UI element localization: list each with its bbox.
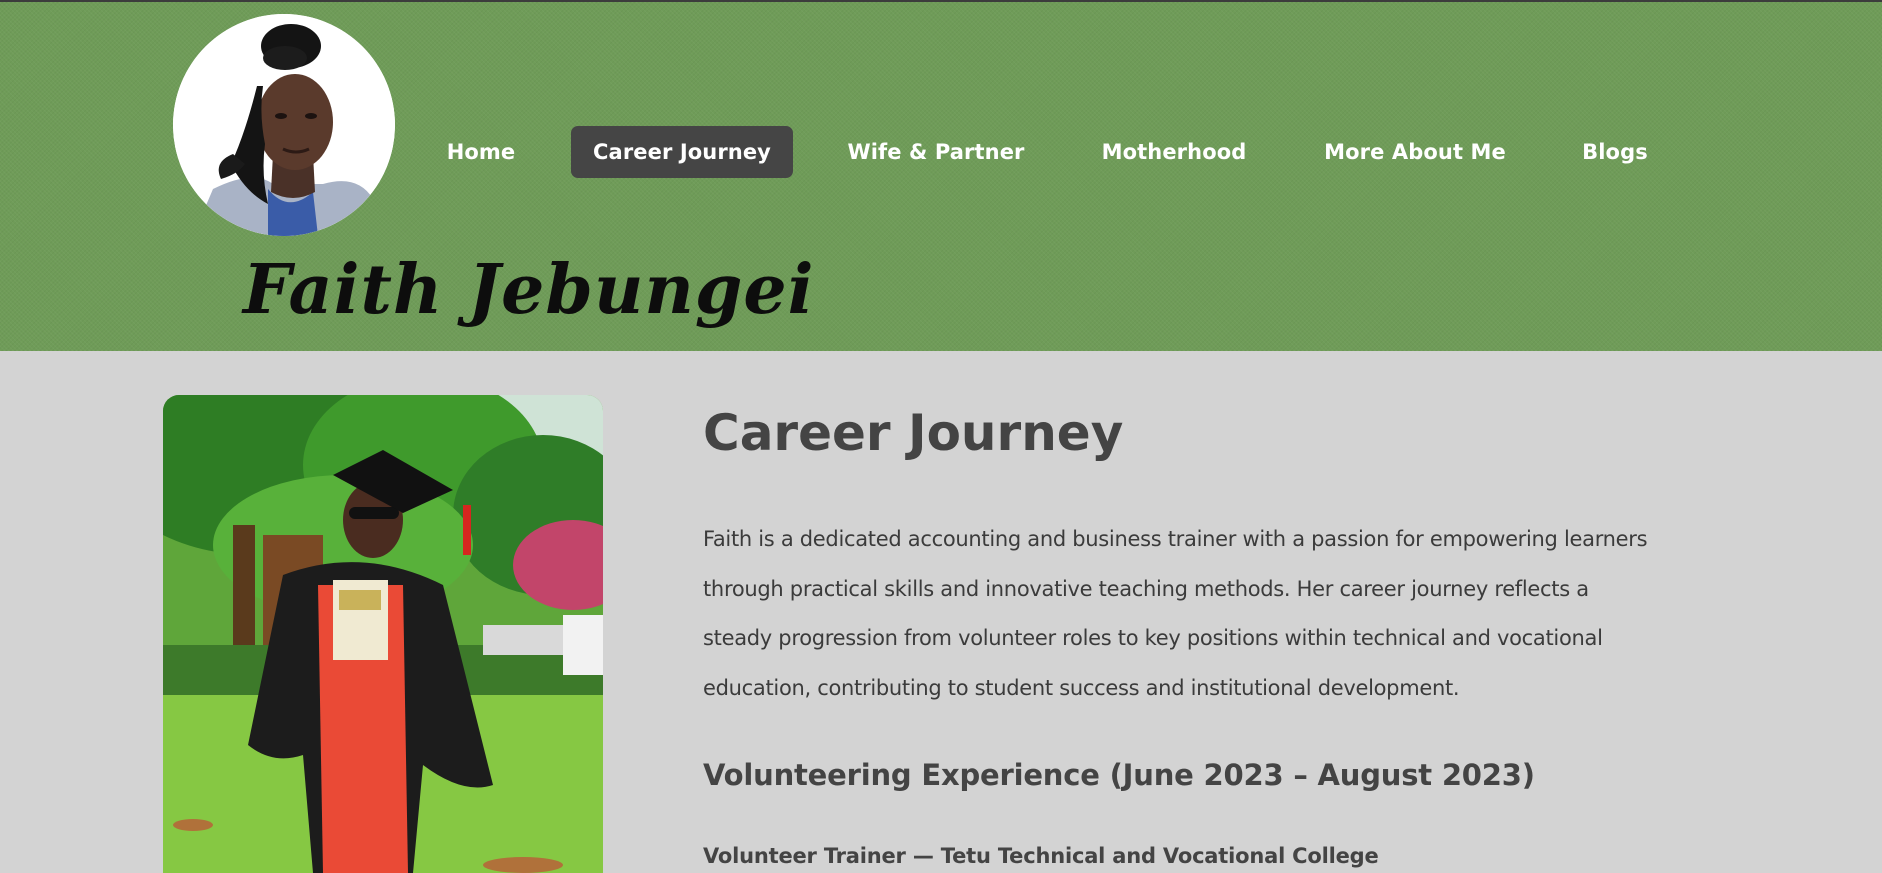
graduation-photo-icon xyxy=(163,395,603,873)
nav-career-journey[interactable]: Career Journey xyxy=(571,126,793,178)
graduation-photo xyxy=(163,395,603,873)
main-content: Career Journey Faith is a dedicated acco… xyxy=(703,400,1703,868)
page-title: Career Journey xyxy=(703,404,1124,462)
intro-paragraph: Faith is a dedicated accounting and busi… xyxy=(703,527,1648,700)
nav-blogs[interactable]: Blogs xyxy=(1565,126,1665,178)
section-heading-volunteering: Volunteering Experience (June 2023 – Aug… xyxy=(703,758,1535,792)
site-title[interactable]: Faith Jebungei xyxy=(243,250,814,330)
nav-home[interactable]: Home xyxy=(421,126,541,178)
role-title: Volunteer Trainer — Tetu Technical and V… xyxy=(703,844,1379,868)
nav-wife-partner[interactable]: Wife & Partner xyxy=(824,126,1048,178)
main-nav: Home Career Journey Wife & Partner Mothe… xyxy=(0,2,1882,202)
nav-motherhood[interactable]: Motherhood xyxy=(1082,126,1266,178)
nav-more-about-me[interactable]: More About Me xyxy=(1306,126,1524,178)
site-header: Home Career Journey Wife & Partner Mothe… xyxy=(0,2,1882,351)
